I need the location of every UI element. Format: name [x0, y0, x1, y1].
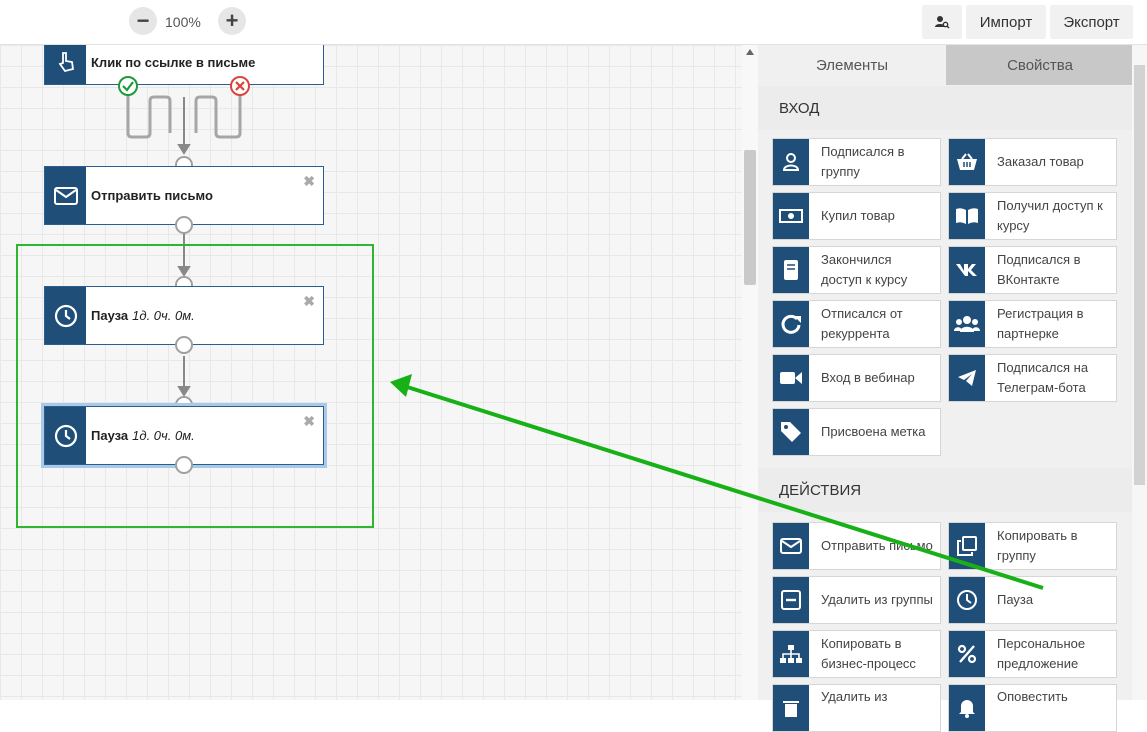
node-duration: 1д. 0ч. 0м. — [132, 428, 195, 443]
tile-label: Пауза — [997, 592, 1034, 607]
clock-icon — [949, 577, 985, 623]
tab-properties[interactable]: Свойства — [946, 45, 1134, 85]
node-close-button[interactable]: ✖ — [303, 173, 315, 190]
clock-icon — [45, 287, 86, 344]
tile-pause[interactable]: Пауза — [948, 576, 1117, 624]
output-port[interactable] — [175, 456, 193, 474]
node-close-button[interactable]: ✖ — [303, 413, 315, 430]
node-title: Пауза 1д. 0ч. 0м. — [91, 428, 195, 443]
percent-icon — [949, 631, 985, 677]
tile-bought-product[interactable]: Купил товар — [772, 192, 941, 240]
basket-icon — [949, 139, 985, 185]
banknote-icon — [773, 193, 809, 239]
tile-unsubscribed-recurrent[interactable]: Отписался от рекуррента — [772, 300, 941, 348]
envelope-icon — [773, 523, 809, 569]
tile-label: Удалить из — [821, 689, 888, 704]
output-port[interactable] — [175, 216, 193, 234]
zoom-level: 100% — [165, 14, 201, 30]
tile-label: Отписался от рекуррента — [821, 306, 903, 341]
tile-telegram-bot[interactable]: Подписался на Телеграм-бота — [948, 354, 1117, 402]
tile-webinar-entry[interactable]: Вход в вебинар — [772, 354, 941, 402]
process-canvas[interactable]: Клик по ссылке в письме Отправить письмо… — [0, 45, 742, 700]
tile-remove-from-group[interactable]: Удалить из группы — [772, 576, 941, 624]
tag-icon — [773, 409, 809, 455]
section-entry-title: ВХОД — [758, 86, 1132, 130]
export-button[interactable]: Экспорт — [1050, 5, 1133, 39]
tile-label: Купил товар — [821, 208, 895, 223]
node-title: Пауза 1д. 0ч. 0м. — [91, 308, 195, 323]
flow-node-link-click[interactable]: Клик по ссылке в письме — [44, 45, 324, 85]
pointer-hand-icon — [45, 45, 86, 84]
user-icon — [773, 139, 809, 185]
tile-label: Подписался в группу — [821, 144, 905, 179]
elements-panel: Элементы Свойства ВХОД ДЕЙСТВИЯ Подписал… — [758, 45, 1134, 732]
tile-course-access-ended[interactable]: Закончился доступ к курсу — [772, 246, 941, 294]
scrollbar-thumb[interactable] — [744, 150, 756, 285]
tile-partner-registration[interactable]: Регистрация в партнерке — [948, 300, 1117, 348]
copy-icon — [949, 523, 985, 569]
scroll-up-arrow-icon[interactable] — [746, 49, 754, 55]
import-button[interactable]: Импорт — [966, 5, 1046, 39]
tile-personal-offer[interactable]: Персональное предложение — [948, 630, 1117, 678]
book-open-icon — [949, 193, 985, 239]
node-duration: 1д. 0ч. 0м. — [132, 308, 195, 323]
user-search-button[interactable] — [922, 5, 962, 39]
tile-label: Присвоена метка — [821, 424, 926, 439]
tile-label: Копировать в группу — [997, 528, 1078, 563]
bell-icon — [949, 685, 985, 731]
no-branch-icon[interactable] — [230, 76, 250, 96]
tile-label: Оповестить — [997, 689, 1068, 704]
scrollbar-thumb[interactable] — [1134, 65, 1145, 485]
redo-icon — [773, 301, 809, 347]
sitemap-icon — [773, 631, 809, 677]
tab-elements[interactable]: Элементы — [758, 45, 946, 85]
canvas-scrollbar[interactable] — [742, 45, 758, 700]
tile-label: Вход в вебинар — [821, 370, 915, 385]
user-search-icon — [935, 16, 950, 29]
tile-notify[interactable]: Оповестить — [948, 684, 1117, 732]
top-toolbar: − 100% + Импорт Экспорт — [0, 0, 1147, 45]
tile-copy-to-group[interactable]: Копировать в группу — [948, 522, 1117, 570]
zoom-in-button[interactable]: + — [218, 7, 246, 35]
users-icon — [949, 301, 985, 347]
tile-label: Закончился доступ к курсу — [821, 252, 908, 287]
tile-label: Регистрация в партнерке — [997, 306, 1084, 341]
tile-tag-assigned[interactable]: Присвоена метка — [772, 408, 941, 456]
node-close-button[interactable]: ✖ — [303, 293, 315, 310]
tile-copy-to-business-process[interactable]: Копировать в бизнес-процесс — [772, 630, 941, 678]
tile-got-course-access[interactable]: Получил доступ к курсу — [948, 192, 1117, 240]
output-port[interactable] — [175, 336, 193, 354]
vk-icon — [949, 247, 985, 293]
node-title: Отправить письмо — [91, 188, 213, 203]
minus-square-icon — [773, 577, 809, 623]
tile-label: Персональное предложение — [997, 636, 1086, 671]
tile-send-email[interactable]: Отправить письмо — [772, 522, 941, 570]
tile-remove-from[interactable]: Удалить из — [772, 684, 941, 732]
zoom-out-button[interactable]: − — [129, 7, 157, 35]
yes-branch-icon[interactable] — [118, 76, 138, 96]
tile-label: Подписался на Телеграм-бота — [997, 360, 1089, 395]
envelope-icon — [45, 167, 86, 224]
tile-subscribed-vk[interactable]: Подписался в ВКонтакте — [948, 246, 1117, 294]
tile-label: Удалить из группы — [821, 592, 933, 607]
tile-subscribed-group[interactable]: Подписался в группу — [772, 138, 941, 186]
tile-label: Подписался в ВКонтакте — [997, 252, 1081, 287]
book-icon — [773, 247, 809, 293]
tile-ordered-product[interactable]: Заказал товар — [948, 138, 1117, 186]
tile-label: Заказал товар — [997, 154, 1084, 169]
panel-scrollbar[interactable] — [1132, 45, 1147, 700]
tile-label: Копировать в бизнес-процесс — [821, 636, 916, 671]
telegram-icon — [949, 355, 985, 401]
tile-label: Отправить письмо — [821, 538, 933, 553]
clock-icon — [45, 407, 86, 464]
section-actions-title: ДЕЙСТВИЯ — [758, 468, 1132, 512]
tile-label: Получил доступ к курсу — [997, 198, 1103, 233]
trash-icon — [773, 685, 809, 731]
video-camera-icon — [773, 355, 809, 401]
